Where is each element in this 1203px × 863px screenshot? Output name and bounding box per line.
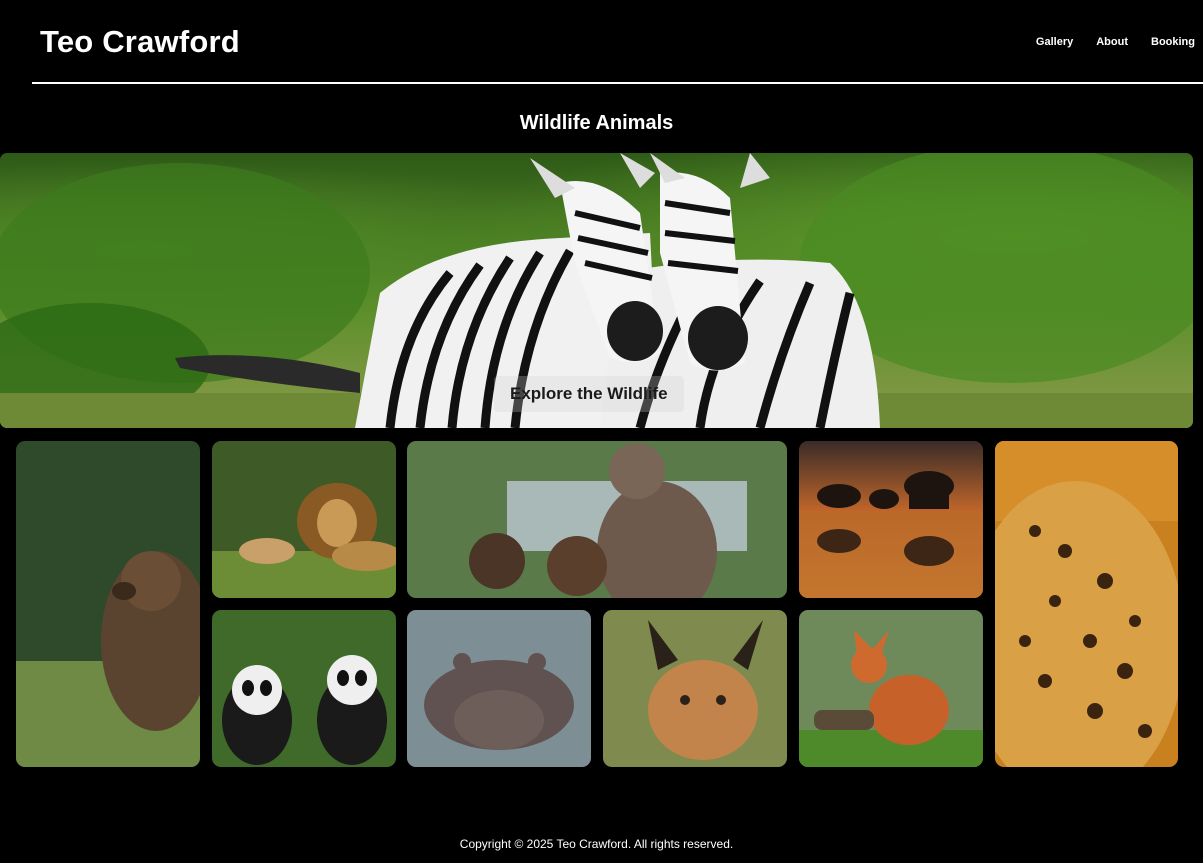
site-header: Teo Crawford Gallery About Booking [0, 0, 1203, 84]
bear-cubs-image [407, 441, 787, 598]
red-fox-image [799, 610, 983, 767]
elephants-image [799, 441, 983, 598]
main-nav: Gallery About Booking [1036, 36, 1195, 48]
pandas-image [212, 610, 396, 767]
gallery-image-elephants[interactable] [799, 441, 983, 598]
leopard-image [995, 441, 1178, 767]
gallery-image-hippo[interactable] [407, 610, 591, 767]
nav-link-booking[interactable]: Booking [1151, 36, 1195, 48]
gallery-image-lions[interactable] [212, 441, 396, 598]
gallery-image-bear-cubs[interactable] [407, 441, 787, 598]
section-title: Wildlife Animals [519, 112, 674, 134]
lions-image [212, 441, 396, 598]
brown-bear-image [16, 441, 200, 767]
caracal-image [603, 610, 787, 767]
gallery-image-brown-bear[interactable] [16, 441, 200, 767]
gallery-image-pandas[interactable] [212, 610, 396, 767]
nav-link-gallery[interactable]: Gallery [1036, 36, 1073, 48]
brand-name[interactable]: Teo Crawford [40, 24, 240, 60]
footer-copyright: Copyright © 2025 Teo Crawford. All right… [459, 837, 734, 851]
explore-wildlife-button[interactable]: Explore the Wildlife [494, 376, 684, 412]
hero-banner: Explore the Wildlife [0, 153, 1193, 428]
gallery-image-red-fox[interactable] [799, 610, 983, 767]
nav-link-about[interactable]: About [1096, 36, 1128, 48]
gallery-image-caracal[interactable] [603, 610, 787, 767]
hippo-image [407, 610, 591, 767]
header-divider [32, 82, 1203, 84]
gallery-image-leopard[interactable] [995, 441, 1178, 767]
